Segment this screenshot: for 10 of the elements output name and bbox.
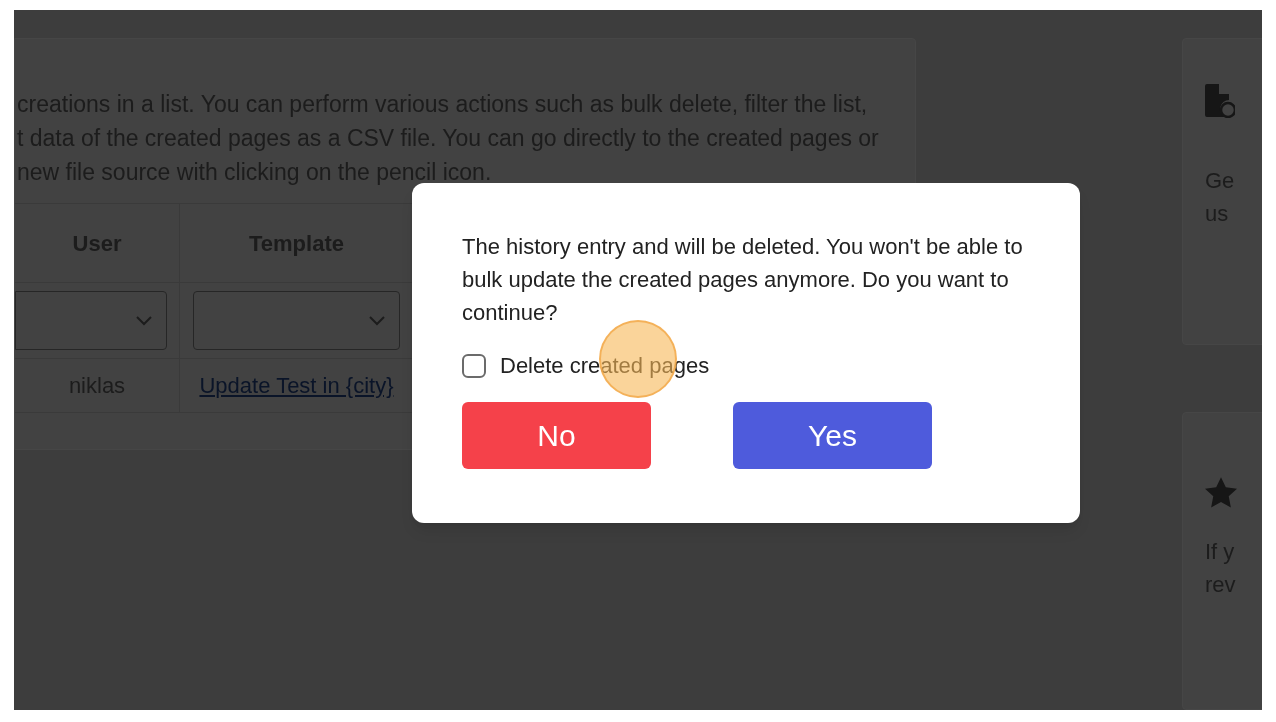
filter-select[interactable] — [15, 291, 167, 350]
dialog-message: The history entry and will be deleted. You won't be able to bulk update the created pages anymore. Do you want to continue? — [462, 233, 1024, 327]
yes-button[interactable]: Yes — [733, 402, 932, 469]
document-icon — [1205, 84, 1235, 118]
filter-select[interactable] — [193, 291, 400, 350]
chevron-down-icon — [136, 315, 152, 326]
no-button[interactable]: No — [462, 402, 651, 469]
checkbox[interactable] — [462, 353, 486, 378]
chevron-down-icon — [369, 315, 385, 326]
star-icon — [1205, 477, 1237, 508]
